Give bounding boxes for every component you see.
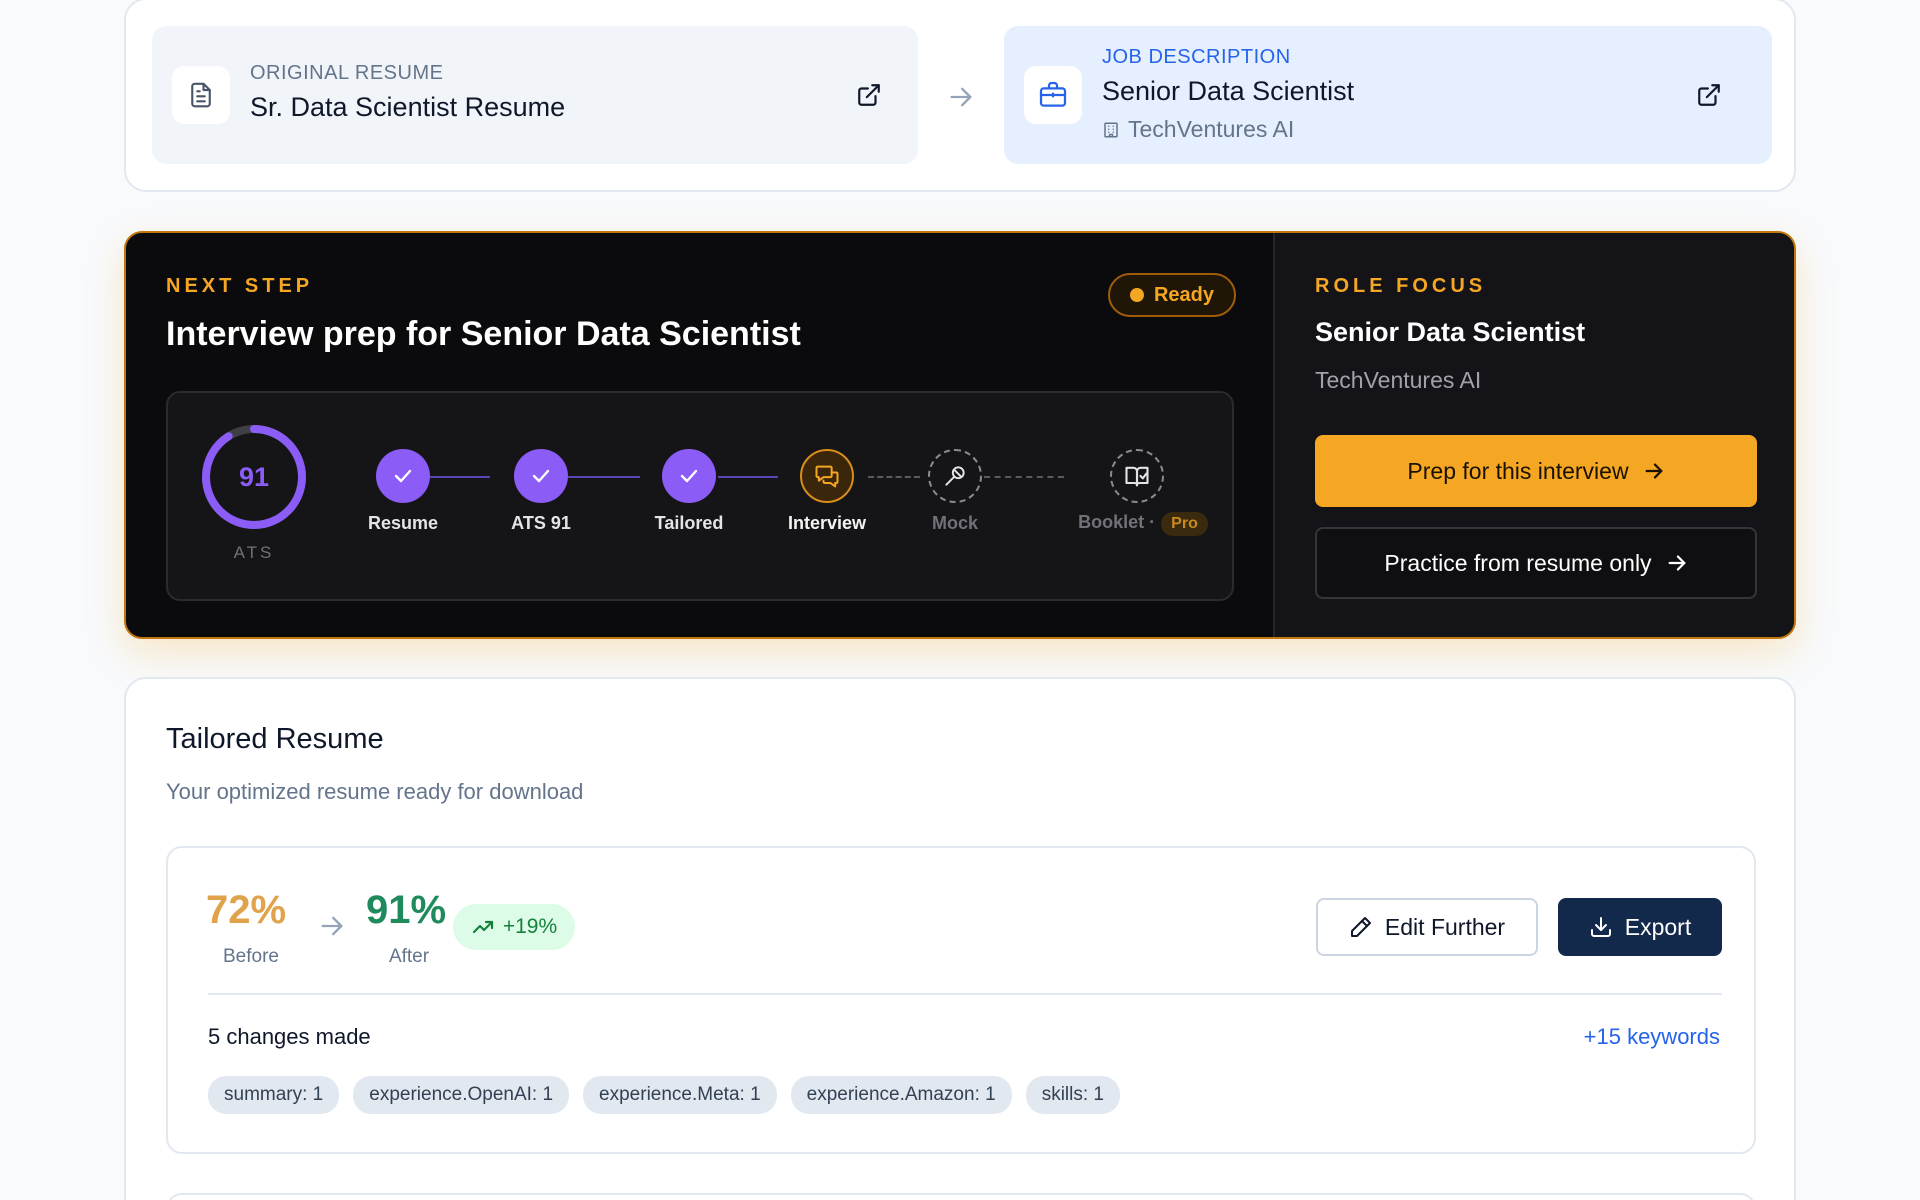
prep-interview-label: Prep for this interview — [1407, 457, 1629, 484]
ats-score-value: 91 — [238, 461, 270, 492]
document-icon — [172, 66, 230, 124]
step-resume[interactable] — [376, 449, 430, 503]
score-before-label: Before — [223, 946, 279, 967]
arrow-right-icon — [944, 80, 978, 114]
step-connector — [718, 476, 778, 478]
keywords-link[interactable]: +15 keywords — [1584, 1024, 1720, 1050]
role-focus-company: TechVentures AI — [1315, 367, 1482, 393]
divider — [208, 993, 1722, 995]
edit-further-label: Edit Further — [1384, 913, 1506, 940]
original-resume-eyebrow: ORIGINAL RESUME — [250, 62, 444, 84]
microphone-icon — [945, 466, 965, 486]
next-step-title: Interview prep for Senior Data Scientist — [166, 315, 801, 353]
ready-dot-icon — [1129, 288, 1144, 302]
arrow-right-icon — [318, 912, 346, 945]
arrow-right-icon — [1645, 463, 1662, 479]
step-label-interview: Interview — [787, 513, 867, 533]
step-ats[interactable] — [514, 449, 568, 503]
arrow-right-icon — [1668, 555, 1685, 571]
step-interview[interactable] — [800, 449, 854, 503]
tailored-resume-subtitle: Your optimized resume ready for download — [166, 779, 584, 804]
next-step-eyebrow: NEXT STEP — [166, 275, 314, 297]
score-after-label: After — [388, 946, 430, 967]
book-check-icon — [1125, 466, 1149, 487]
building-icon — [1102, 121, 1120, 139]
check-icon — [680, 469, 698, 483]
job-company-name: TechVentures AI — [1128, 116, 1295, 142]
job-description-panel[interactable]: JOB DESCRIPTION Senior Data Scientist Te… — [1004, 26, 1772, 164]
role-focus-title: Senior Data Scientist — [1315, 317, 1586, 347]
step-mock[interactable] — [928, 449, 982, 503]
check-icon — [532, 469, 550, 483]
score-delta-badge: +19% — [453, 904, 575, 950]
score-after-value: 91% — [366, 888, 447, 932]
export-label: Export — [1624, 913, 1692, 940]
practice-resume-only-label: Practice from resume only — [1384, 549, 1652, 576]
trending-up-icon — [472, 920, 493, 934]
next-section-card — [166, 1193, 1756, 1200]
change-chip[interactable]: skills: 1 — [1025, 1076, 1120, 1114]
next-step-section: NEXT STEP Interview prep for Senior Data… — [126, 233, 1273, 637]
ready-badge-label: Ready — [1153, 283, 1215, 306]
step-connector — [568, 476, 640, 478]
job-description-eyebrow: JOB DESCRIPTION — [1102, 46, 1291, 68]
score-before-value: 72% — [206, 888, 287, 932]
role-focus-eyebrow: ROLE FOCUS — [1315, 275, 1487, 297]
change-chips: summary: 1 experience.OpenAI: 1 experien… — [208, 1076, 1120, 1114]
pro-badge: Pro — [1161, 512, 1208, 536]
step-label-mock: Mock — [931, 513, 978, 533]
ats-score-label: ATS — [233, 543, 275, 562]
change-chip[interactable]: experience.OpenAI: 1 — [353, 1076, 570, 1114]
next-step-card: NEXT STEP Interview prep for Senior Data… — [124, 231, 1796, 639]
step-booklet[interactable] — [1110, 449, 1164, 503]
tailored-resume-title: Tailored Resume — [166, 723, 384, 755]
step-connector — [984, 476, 1064, 478]
step-label-ats: ATS 91 — [511, 513, 571, 533]
prep-interview-button[interactable]: Prep for this interview — [1315, 435, 1757, 507]
change-chip[interactable]: experience.Meta: 1 — [583, 1076, 777, 1114]
step-tailored[interactable] — [662, 449, 716, 503]
open-resume-external-icon[interactable] — [852, 78, 886, 112]
step-label-booklet: Booklet · Pro — [1063, 512, 1223, 536]
change-chip[interactable]: experience.Amazon: 1 — [790, 1076, 1012, 1114]
score-summary-card: 72% Before 91% After +19% Edit Further E… — [166, 846, 1756, 1154]
tailored-resume-card: Tailored Resume Your optimized resume re… — [124, 677, 1796, 1200]
source-card: ORIGINAL RESUME Sr. Data Scientist Resum… — [124, 0, 1796, 192]
open-job-external-icon[interactable] — [1692, 78, 1726, 112]
edit-further-button[interactable]: Edit Further — [1316, 898, 1538, 956]
role-focus-section: ROLE FOCUS Senior Data Scientist TechVen… — [1273, 233, 1794, 637]
progress-stepper: 91 ATS Resume ATS 91 Tailored Interview … — [166, 391, 1234, 601]
job-company: TechVentures AI — [1102, 116, 1294, 143]
practice-resume-only-button[interactable]: Practice from resume only — [1315, 527, 1757, 599]
job-title: Senior Data Scientist — [1102, 76, 1355, 106]
chat-bubbles-icon — [815, 465, 839, 488]
step-connector — [430, 476, 490, 478]
step-label-booklet-text: Booklet · — [1078, 512, 1156, 532]
briefcase-icon — [1024, 66, 1082, 124]
original-resume-panel[interactable]: ORIGINAL RESUME Sr. Data Scientist Resum… — [152, 26, 918, 164]
step-connector — [868, 476, 920, 478]
original-resume-title: Sr. Data Scientist Resume — [250, 92, 566, 122]
change-chip[interactable]: summary: 1 — [208, 1076, 340, 1114]
score-delta-value: +19% — [502, 915, 558, 938]
ready-badge: Ready — [1108, 273, 1236, 317]
changes-count: 5 changes made — [208, 1024, 371, 1049]
step-label-tailored: Tailored — [654, 513, 724, 533]
check-icon — [394, 469, 412, 483]
export-button[interactable]: Export — [1558, 898, 1722, 956]
pencil-icon — [1350, 917, 1371, 937]
step-label-resume: Resume — [367, 513, 439, 533]
download-icon — [1590, 917, 1611, 937]
